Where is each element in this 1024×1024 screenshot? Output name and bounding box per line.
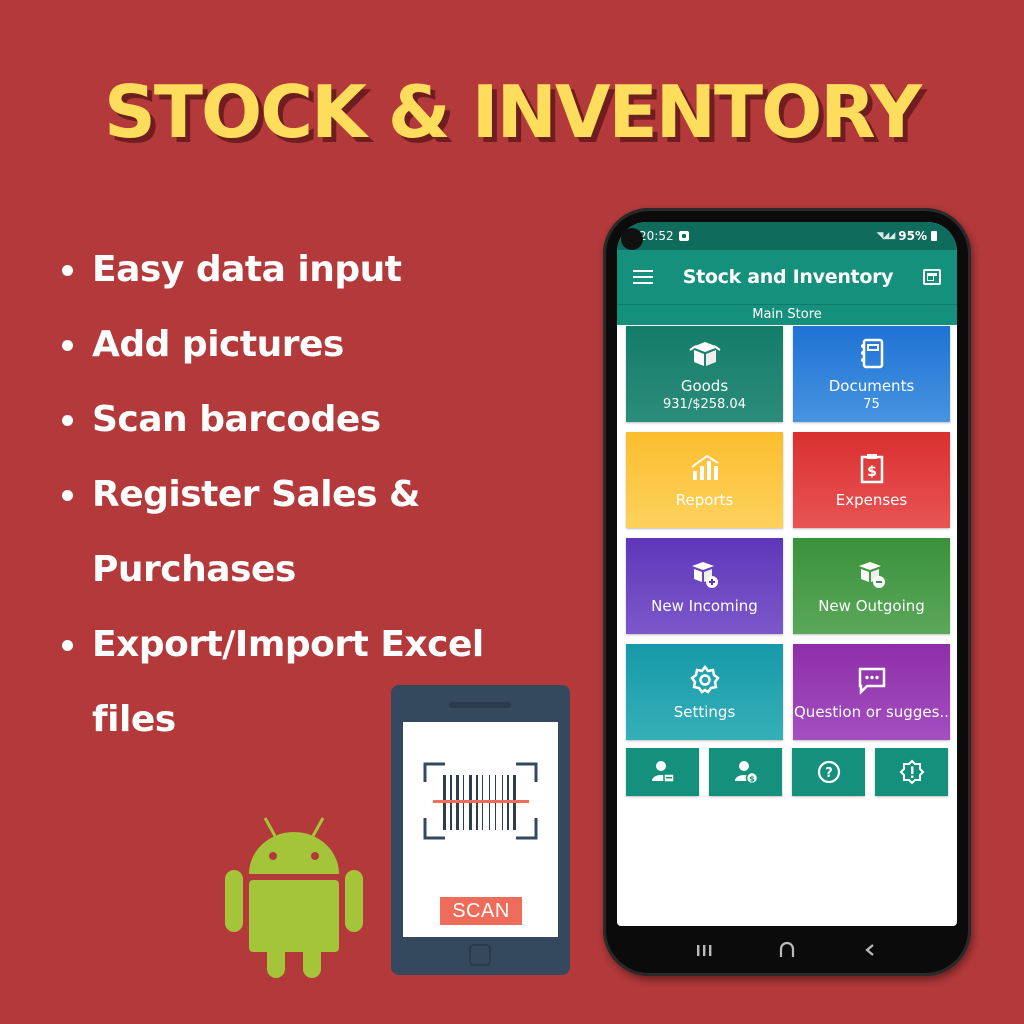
battery-level: 95% [898,229,927,243]
notification-icon [678,231,689,241]
barcode-view-icon[interactable] [923,269,941,285]
box-minus-icon [858,562,885,588]
barcode-scan-icon [423,762,538,840]
feature-text: Add pictures [92,324,344,365]
feature-item: Scan barcodes [58,382,532,457]
front-camera-icon [621,228,643,250]
clipboard-dollar-icon: $ [860,454,883,484]
box-plus-icon [691,562,718,588]
bar-chart-icon [690,454,719,480]
store-name[interactable]: Main Store [617,304,957,325]
tile-grid: Goods 931/$258.04 Documents 75 Reports $… [626,326,950,740]
svg-text:$: $ [749,775,755,784]
tile-documents[interactable]: Documents 75 [793,326,950,422]
shortcut-help[interactable]: ? [792,748,865,796]
scan-button[interactable]: SCAN [440,897,522,925]
status-bar: 20:52 ◥◢◢ 95% [617,222,957,250]
tile-reports[interactable]: Reports [626,432,783,528]
home-button-icon [469,944,491,966]
tile-new-outgoing[interactable]: New Outgoing [793,538,950,634]
feature-text: Register Sales & [92,474,420,515]
headline: STOCK & INVENTORY [104,70,922,154]
feature-item: Export/Import Excel [58,607,532,682]
android-logo-icon [225,817,363,978]
scanner-screen: SCAN [403,722,558,937]
feature-item: Add pictures [58,307,532,382]
battery-icon [931,231,937,241]
user-box-icon [651,761,675,783]
tile-label: New Incoming [651,597,758,615]
open-box-icon [688,341,721,366]
tile-question-or-suggestion[interactable]: Question or sugges... [793,644,950,740]
app-screen: 20:52 ◥◢◢ 95% Stock and Inventory Main S… [617,222,957,926]
tile-label: Question or sugges... [794,703,949,721]
app-bar: Stock and Inventory [617,250,957,304]
recent-apps-icon[interactable] [689,938,719,962]
shortcut-alerts[interactable] [875,748,948,796]
feature-item-continuation: Purchases [58,532,532,607]
feature-text: Export/Import Excel [92,624,484,665]
tile-label: Settings [673,703,736,721]
speaker-icon [449,702,511,708]
tile-label: Expenses [835,491,908,509]
home-icon[interactable] [772,938,802,962]
app-title: Stock and Inventory [682,266,894,288]
hamburger-menu-icon[interactable] [633,270,653,284]
svg-text:?: ? [825,766,833,781]
bullet-icon [62,415,73,426]
tile-goods[interactable]: Goods 931/$258.04 [626,326,783,422]
alert-badge-icon [899,759,924,785]
feature-text: Scan barcodes [92,399,381,440]
system-nav-bar [603,924,971,976]
tile-label: New Outgoing [818,597,925,615]
phone-mockup: 20:52 ◥◢◢ 95% Stock and Inventory Main S… [603,208,971,976]
status-time: 20:52 [639,229,674,243]
shortcut-bar: $ ? [626,748,950,796]
tile-label: Reports [675,491,734,509]
back-icon[interactable] [855,938,885,962]
tile-new-incoming[interactable]: New Incoming [626,538,783,634]
tile-label: Documents [828,376,915,395]
wifi-signal-icon: ◥◢◢ [876,231,896,241]
bullet-icon [62,490,73,501]
tile-settings[interactable]: Settings [626,644,783,740]
gear-icon [689,664,720,694]
chat-bubble-icon [858,667,885,696]
shortcut-suppliers[interactable] [626,748,699,796]
svg-text:$: $ [867,464,877,480]
feature-item: Register Sales & [58,457,532,532]
bullet-icon [62,265,73,276]
bullet-icon [62,340,73,351]
bullet-icon [62,640,73,651]
feature-text: Purchases [92,549,296,590]
user-dollar-icon: $ [734,761,758,785]
feature-text: Easy data input [92,249,402,290]
tile-count: 931/$258.04 [663,396,746,412]
shortcut-customers[interactable]: $ [709,748,782,796]
help-circle-icon: ? [817,760,840,784]
feature-text: files [92,699,176,740]
tile-expenses[interactable]: $ Expenses [793,432,950,528]
tile-label: Goods [680,376,729,395]
notebook-icon [860,338,883,368]
feature-list: Easy data input Add pictures Scan barcod… [58,232,532,757]
scanner-illustration: SCAN [391,685,570,975]
tile-count: 75 [863,396,880,412]
feature-item: Easy data input [58,232,532,307]
